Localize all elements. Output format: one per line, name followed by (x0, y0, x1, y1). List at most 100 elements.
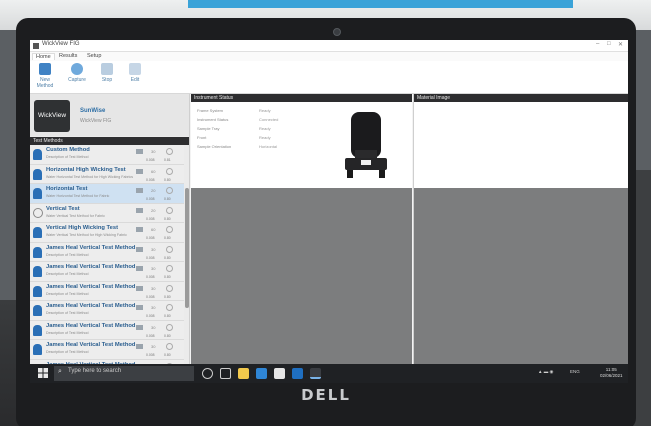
ribbon-toolbar: New Method Capture Stop Edit (30, 61, 628, 94)
stop-button[interactable]: Stop (94, 63, 120, 83)
clock[interactable]: 11:05 02/06/2021 (600, 367, 623, 379)
stop-label: Stop (101, 77, 113, 83)
method-value-a: 0.008 (146, 158, 155, 162)
method-description: Description of Test Method (46, 350, 89, 354)
method-name: James Heal Vertical Test Method (46, 283, 136, 290)
method-duration: 60 (151, 227, 156, 232)
method-duration: 20 (151, 207, 156, 213)
status-label: Sample Orientation (197, 144, 232, 149)
search-icon: ⌕ (58, 368, 62, 375)
tab-results[interactable]: Results (56, 53, 80, 59)
method-value-b: 0.80 (164, 333, 171, 338)
capture-button[interactable]: Capture (64, 63, 90, 83)
status-value: Ready (259, 135, 271, 140)
instrument-device-image (345, 112, 387, 178)
minimize-icon[interactable]: – (596, 41, 599, 47)
method-list-item[interactable]: Horizontal High Wicking Test Water Horizo… (30, 164, 184, 184)
method-list-item[interactable]: James Heal Vertical Test MethodDescripti… (30, 301, 184, 321)
store-icon[interactable] (274, 368, 285, 379)
language-indicator[interactable]: ENG (570, 369, 580, 374)
method-description: Description of Test Method (46, 311, 89, 315)
method-icon (33, 149, 42, 160)
method-value-a: 0.008 (146, 236, 155, 240)
status-label: Frame System (197, 108, 224, 113)
method-list-item[interactable]: James Heal Vertical Test MethodDescripti… (30, 320, 184, 340)
method-icon (33, 285, 42, 297)
image-icon (136, 266, 143, 271)
camera-icon (71, 63, 83, 75)
new-method-button[interactable]: New Method (32, 63, 58, 89)
method-duration: 20 (151, 188, 156, 193)
method-value-a: 0.008 (146, 177, 155, 182)
webcam-icon (333, 28, 341, 36)
method-value-b: 0.80 (164, 197, 171, 201)
file-explorer-icon[interactable] (238, 368, 249, 379)
cortana-icon[interactable] (202, 368, 213, 379)
methods-scrollbar[interactable] (185, 188, 189, 308)
method-value-b: 0.80 (164, 255, 171, 260)
method-duration: 30 (151, 149, 156, 154)
method-icon (33, 246, 42, 258)
method-description: Water Horizontal Test Method for Fabric (46, 194, 110, 198)
close-icon[interactable]: ✕ (618, 41, 623, 48)
image-icon (136, 227, 143, 232)
menu-bar: Home Results Setup (30, 52, 628, 61)
method-list-item[interactable]: James Heal Vertical Test MethodDescripti… (30, 281, 184, 301)
search-placeholder: Type here to search (68, 368, 122, 374)
image-icon (136, 149, 143, 154)
image-icon (136, 207, 143, 213)
method-name: Horizontal High Wicking Test (46, 166, 126, 173)
capture-label: Capture (68, 77, 86, 83)
maximize-icon[interactable]: □ (607, 41, 611, 47)
method-list-item[interactable]: Vertical Test Water Vertical Test Method … (30, 203, 184, 223)
method-name: James Heal Vertical Test Method (46, 264, 136, 270)
status-label: Instrument Status (197, 117, 229, 122)
method-value-b: 0.80 (164, 353, 171, 357)
product-card: WickView SunWise WickView FIG (30, 94, 189, 136)
method-description: Description of Test Method (46, 291, 89, 296)
method-duration: 30 (151, 266, 156, 271)
method-name: Custom Method (46, 147, 90, 153)
task-view-icon[interactable] (220, 368, 231, 379)
method-value-b: 0.80 (164, 275, 171, 279)
edit-label: Edit (130, 77, 140, 83)
tab-setup[interactable]: Setup (84, 53, 104, 59)
edge-icon[interactable] (256, 368, 267, 379)
method-icon (33, 344, 42, 355)
method-duration: 30 (151, 305, 156, 310)
image-icon (136, 246, 143, 252)
method-list-item[interactable]: Vertical High Wicking Test Water Vertical… (30, 223, 184, 243)
status-label: Sample Tray (197, 126, 220, 131)
image-icon (136, 188, 143, 193)
method-value-b: 0.80 (164, 216, 171, 221)
methods-header: Test Methods (30, 137, 189, 145)
clock-icon (166, 187, 173, 194)
status-value: Horizontal (259, 144, 278, 149)
image-icon (136, 305, 143, 310)
clock-icon (166, 245, 173, 253)
image-icon (136, 285, 143, 291)
tab-home[interactable]: Home (32, 53, 55, 60)
method-list-item[interactable]: Custom Method Description of Test Method 3… (30, 145, 184, 165)
method-description: Description of Test Method (46, 252, 89, 257)
method-icon (33, 168, 42, 180)
method-list-item[interactable]: Horizontal Test Water Horizontal Test Met… (30, 184, 184, 204)
method-list-item[interactable]: James Heal Vertical Test MethodDescripti… (30, 340, 184, 360)
method-value-a: 0.008 (146, 197, 155, 201)
method-value-a: 0.008 (146, 216, 155, 221)
method-value-a: 0.008 (146, 333, 155, 338)
method-name: James Heal Vertical Test Method (46, 322, 136, 329)
windows-taskbar: ⌕ Type here to search ▲ ▬ ◉ ENG 11:05 02… (30, 364, 628, 383)
title-bar: WickView FIG – □ ✕ (30, 40, 628, 52)
network-icon[interactable]: ▲ ▬ ◉ (538, 369, 553, 375)
image-icon (136, 168, 143, 174)
wickview-taskbar-icon[interactable] (310, 368, 321, 379)
windows-start-icon[interactable] (38, 368, 48, 378)
method-value-b: 0.80 (164, 236, 171, 240)
method-list-item[interactable]: James Heal Vertical Test MethodDescripti… (30, 242, 184, 262)
mail-icon[interactable] (292, 368, 303, 379)
instrument-panel: Instrument Status Frame System Ready Instr… (191, 94, 412, 375)
method-list-item[interactable]: James Heal Vertical Test MethodDescripti… (30, 262, 184, 282)
instrument-status-area: Frame System Ready Instrument Status Connec… (191, 102, 412, 188)
edit-button[interactable]: Edit (122, 63, 148, 83)
